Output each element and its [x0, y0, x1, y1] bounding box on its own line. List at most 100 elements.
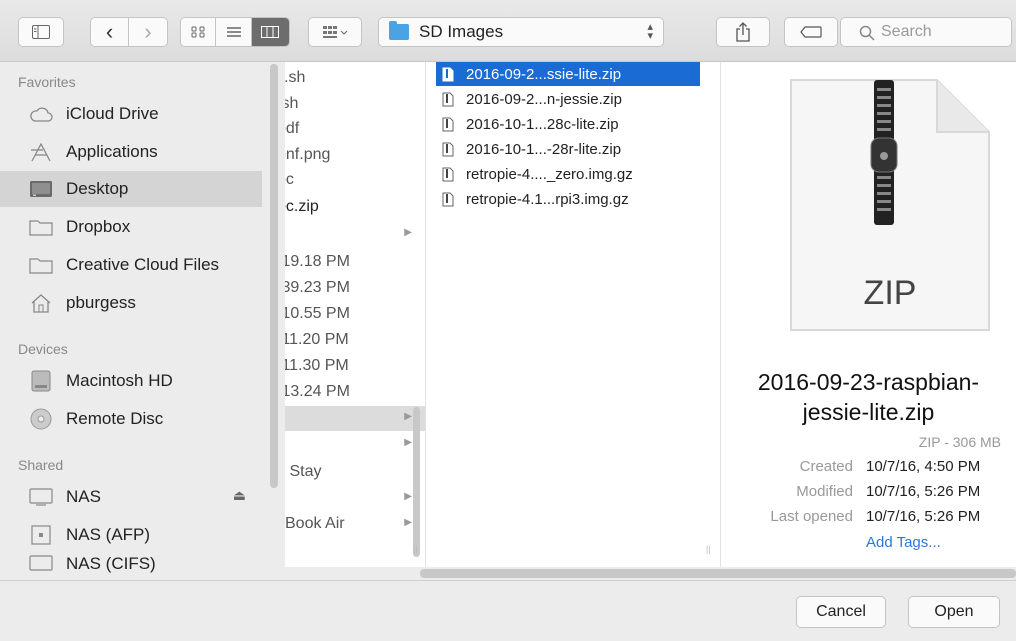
- disclosure-arrow-icon: ▶: [404, 437, 412, 448]
- sidebar-item-dropbox[interactable]: Dropbox: [0, 209, 262, 245]
- back-button[interactable]: ‹: [91, 18, 130, 46]
- sidebar-toggle-button[interactable]: [18, 17, 64, 47]
- sidebar-item-nas-cifs[interactable]: NAS (CIFS): [0, 554, 262, 573]
- horizontal-scrollbar[interactable]: [420, 569, 1016, 578]
- disc-icon: [28, 408, 54, 430]
- document-icon: [442, 117, 454, 131]
- column-resize-handle[interactable]: ||: [413, 544, 418, 554]
- search-icon: [859, 25, 875, 41]
- computer-icon: [28, 487, 54, 507]
- disclosure-arrow-icon: ▶: [404, 411, 412, 422]
- disclosure-arrow-icon: ▶: [404, 517, 412, 528]
- add-tags-link[interactable]: Add Tags...: [866, 534, 941, 551]
- home-icon: [28, 293, 54, 313]
- sidebar-item-nas-afp[interactable]: NAS (AFP): [0, 517, 262, 553]
- file-item[interactable]: retropie-4...._zero.img.gz: [436, 162, 700, 186]
- disclosure-arrow-icon: ▶: [404, 227, 412, 238]
- list-view-button[interactable]: [216, 18, 252, 46]
- shared-heading: Shared: [18, 457, 64, 473]
- icon-view-icon: [191, 26, 205, 38]
- location-popup[interactable]: SD Images ▴ ▾: [378, 17, 664, 47]
- column-browser: ll.sh .sh odf onf.png oc oc.zip ▶ .19.18…: [285, 62, 1016, 567]
- server-icon: [28, 525, 54, 545]
- list-item[interactable]: onf.png: [285, 143, 425, 168]
- column-resize-handle[interactable]: ||: [706, 544, 711, 554]
- list-item[interactable]: odf: [285, 117, 425, 142]
- list-item[interactable]: .39.23 PM: [285, 276, 425, 301]
- arrange-button[interactable]: [308, 17, 362, 47]
- list-item[interactable]: .11.20 PM: [285, 328, 425, 353]
- list-item[interactable]: cBook Air▶: [285, 512, 425, 537]
- list-item[interactable]: ▶: [285, 432, 425, 457]
- arrange-grid-icon: [323, 26, 348, 38]
- list-item[interactable]: ll.sh: [285, 66, 425, 91]
- preview-pane: ZIP 2016-09-23-raspbian- jessie-lite.zip…: [721, 62, 1016, 567]
- devices-heading: Devices: [18, 341, 68, 357]
- document-icon: [442, 142, 454, 156]
- document-icon: [442, 167, 454, 181]
- file-item[interactable]: 2016-10-1...-28r-lite.zip: [436, 137, 700, 161]
- hard-drive-icon: [28, 370, 54, 392]
- sidebar-item-remote-disc[interactable]: Remote Disc: [0, 401, 262, 437]
- icon-view-button[interactable]: [181, 18, 217, 46]
- sidebar-item-nas[interactable]: NAS ⏏: [0, 479, 262, 515]
- list-item[interactable]: .sh: [285, 92, 425, 117]
- list-item[interactable]: .19.18 PM: [285, 250, 425, 275]
- open-button[interactable]: Open: [908, 596, 1000, 628]
- share-button[interactable]: [716, 17, 770, 47]
- forward-button[interactable]: ›: [129, 18, 167, 46]
- chevron-updown-icon: ▴ ▾: [647, 21, 653, 42]
- list-item-selected-folder[interactable]: ▶: [285, 406, 425, 431]
- cancel-button[interactable]: Cancel: [796, 596, 886, 628]
- sidebar-item-label: iCloud Drive: [66, 104, 159, 123]
- open-file-dialog: ‹ › SD Images ▴ ▾ Search Favorites iClou…: [0, 0, 1016, 641]
- list-view-icon: [226, 27, 241, 37]
- created-value: 10/7/16, 4:50 PM: [866, 458, 981, 475]
- list-item[interactable]: oc: [285, 168, 425, 193]
- sidebar-item-applications[interactable]: Applications: [0, 134, 262, 170]
- tags-button[interactable]: [784, 17, 838, 47]
- list-item[interactable]: c Stay: [285, 460, 425, 485]
- sidebar-item-creative-cloud-files[interactable]: Creative Cloud Files: [0, 247, 262, 283]
- share-icon: [736, 22, 750, 42]
- file-item[interactable]: 2016-09-2...n-jessie.zip: [436, 87, 700, 111]
- sidebar-item-home[interactable]: pburgess: [0, 285, 262, 321]
- sidebar-item-label: Creative Cloud Files: [66, 255, 220, 274]
- list-item[interactable]: ▶: [285, 486, 425, 511]
- sidebar-scrollbar[interactable]: [270, 64, 278, 488]
- sidebar-item-macintosh-hd[interactable]: Macintosh HD: [0, 363, 262, 399]
- sidebar-icon: [32, 25, 50, 39]
- applications-icon: [28, 142, 54, 162]
- sidebar-item-label: Dropbox: [66, 217, 131, 236]
- sidebar-item-label: Remote Disc: [66, 409, 164, 428]
- sidebar-item-label: NAS (CIFS): [66, 554, 156, 573]
- sidebar-item-desktop[interactable]: Desktop: [0, 171, 262, 207]
- search-field[interactable]: Search: [840, 17, 1012, 47]
- file-item[interactable]: retropie-4.1...rpi3.img.gz: [436, 187, 700, 211]
- list-item[interactable]: .11.30 PM: [285, 354, 425, 379]
- list-item[interactable]: ▶: [285, 222, 425, 247]
- list-item[interactable]: oc.zip: [285, 195, 425, 220]
- last-opened-value: 10/7/16, 5:26 PM: [866, 508, 981, 525]
- file-kind-size: ZIP - 306 MB: [918, 434, 1001, 450]
- nav-buttons: ‹ ›: [90, 17, 168, 47]
- sidebar-item-icloud-drive[interactable]: iCloud Drive: [0, 96, 262, 132]
- eject-icon[interactable]: ⏏: [233, 487, 246, 504]
- column-scrollbar[interactable]: [413, 407, 420, 557]
- column-view-icon: [261, 26, 280, 38]
- file-item[interactable]: 2016-10-1...28c-lite.zip: [436, 112, 700, 136]
- sidebar-item-label: NAS: [66, 487, 101, 506]
- disclosure-arrow-icon: ▶: [404, 491, 412, 502]
- list-item[interactable]: .10.55 PM: [285, 302, 425, 327]
- modified-label: Modified: [796, 483, 853, 500]
- forward-icon: ›: [144, 19, 152, 44]
- file-name: 2016-09-23-raspbian- jessie-lite.zip: [757, 369, 980, 425]
- svg-text:ZIP: ZIP: [864, 274, 917, 312]
- modified-value: 10/7/16, 5:26 PM: [866, 483, 981, 500]
- location-label: SD Images: [419, 22, 504, 41]
- column-view-button[interactable]: [251, 18, 289, 46]
- file-item-selected[interactable]: 2016-09-2...ssie-lite.zip: [436, 62, 700, 86]
- list-item[interactable]: .13.24 PM: [285, 380, 425, 405]
- back-icon: ‹: [105, 19, 114, 44]
- document-icon: [442, 67, 454, 81]
